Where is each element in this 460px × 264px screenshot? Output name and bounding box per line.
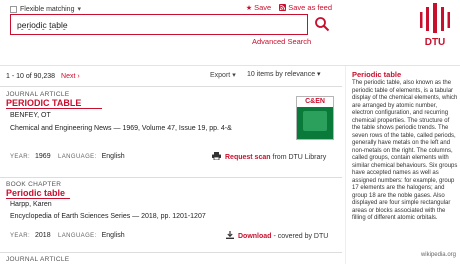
year-value: 1969 [35,153,51,160]
cover-image [303,111,327,131]
results-bar: 1 - 10 of 90,238 Next › Export ▾ 10 item… [0,68,342,84]
record-author[interactable]: Harpp, Karen [10,201,52,208]
result-record: JOURNAL ARTICLE [0,252,342,264]
search-input[interactable] [17,19,301,30]
flexible-matching-checkbox[interactable] [10,5,17,13]
dtu-logo-icon[interactable] [420,3,450,37]
knowledge-panel: Periodic table The periodic table, also … [345,66,460,264]
year-label: YEAR: [10,233,31,239]
flexible-matching-label: Flexible matching [20,5,75,13]
record-type: JOURNAL ARTICLE [6,91,70,98]
knowledge-panel-text: The periodic table, also known as the pe… [352,80,458,221]
record-title[interactable]: PERIODIC TABLE [6,98,81,108]
sort-dropdown[interactable]: 10 items by relevance ▾ [247,70,321,78]
sort-label: 10 items by relevance [247,71,316,78]
export-dropdown[interactable]: Export ▾ [210,71,236,79]
cover-title: C&EN [297,97,333,107]
request-scan-note: from DTU Library [272,153,327,161]
knowledge-panel-title: Periodic table [352,70,402,79]
logo-text: DTU [424,37,446,48]
save-links: ★ Save Save as feed [246,3,332,12]
title-underline [6,198,70,199]
record-language: LANGUAGE: English [58,153,125,160]
chevron-down-icon: ▾ [232,72,236,79]
download-action[interactable]: Download - covered by DTU [226,231,328,241]
record-author[interactable]: BENFEY, OT [10,112,51,119]
record-source: Encyclopedia of Earth Sciences Series — … [10,213,206,220]
next-chevron-icon: › [77,72,80,80]
result-record: JOURNAL ARTICLE PERIODIC TABLE BENFEY, O… [0,86,342,176]
search-icon[interactable] [314,16,330,32]
star-icon: ★ [245,4,253,12]
search-box[interactable] [10,14,308,35]
request-scan-action[interactable]: Request scan from DTU Library [212,152,326,162]
title-underline [6,108,102,109]
save-link[interactable]: ★ Save [246,3,271,12]
printer-icon [212,152,221,162]
result-count: 1 - 10 of 90,238 [6,72,56,80]
advanced-search-link[interactable]: Advanced Search [252,37,311,46]
journal-cover-thumbnail[interactable]: C&EN [296,96,334,140]
record-type: BOOK CHAPTER [6,181,62,188]
rss-icon [279,4,287,11]
result-record: BOOK CHAPTER Periodic table Harpp, Karen… [0,177,342,247]
record-year: YEAR: 2018 [10,232,51,239]
next-page-link[interactable]: Next › [61,73,80,80]
language-label: LANGUAGE: [58,233,97,239]
year-value: 2018 [35,232,51,239]
export-label: Export [210,72,231,79]
flexible-matching-option[interactable]: Flexible matching ▾ [10,4,81,14]
record-language: LANGUAGE: English [58,232,125,239]
knowledge-panel-source[interactable]: wikipedia.org [421,252,456,258]
save-as-feed-link[interactable]: Save as feed [279,3,332,12]
chevron-down-icon[interactable]: ▾ [77,5,81,13]
header: Flexible matching ▾ ★ Save Save as feed … [0,0,460,66]
download-link[interactable]: Download [238,233,271,240]
record-source: Chemical and Engineering News — 1969, Vo… [10,125,232,132]
record-type: JOURNAL ARTICLE [6,256,70,263]
language-value: English [101,153,125,160]
record-title[interactable]: Periodic table [6,188,65,198]
chevron-down-icon: ▾ [317,71,321,78]
next-label: Next [61,72,76,80]
language-value: English [101,232,125,239]
record-year: YEAR: 1969 [10,153,51,160]
save-label: Save [254,3,272,12]
request-scan-link[interactable]: Request scan [225,154,271,161]
language-label: LANGUAGE: [58,154,97,160]
download-note: - covered by DTU [273,232,329,240]
save-as-feed-label: Save as feed [288,3,332,12]
year-label: YEAR: [10,154,31,160]
download-icon [226,231,234,241]
